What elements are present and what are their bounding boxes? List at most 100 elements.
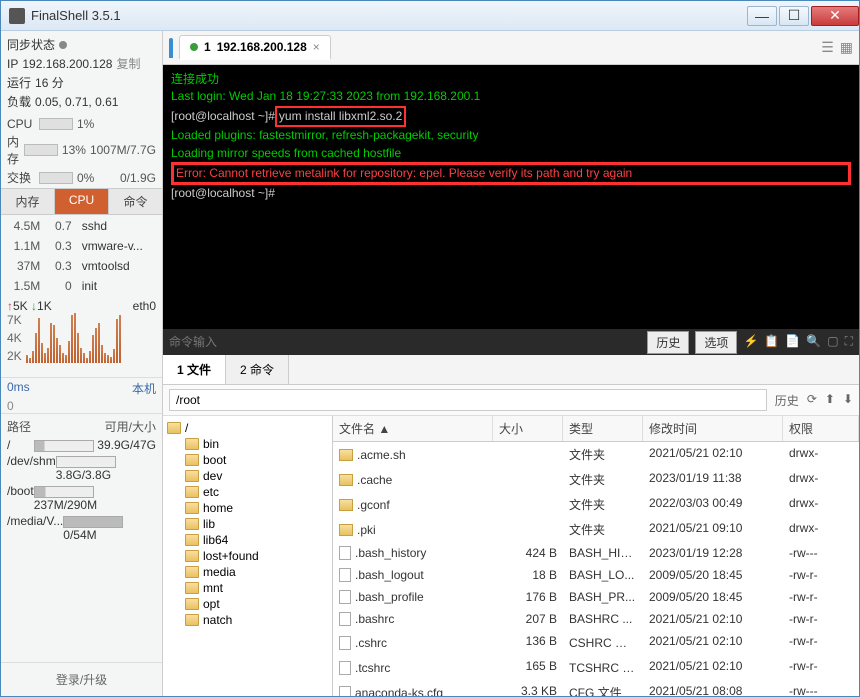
folder-icon [185,470,199,482]
file-row[interactable]: .bash_profile176 BBASH_PR...2009/05/20 1… [333,586,859,608]
swap-pct: 0% [77,171,105,185]
tree-item[interactable]: lost+found [165,548,330,564]
upload-icon[interactable]: ⬆ [825,392,835,409]
folder-icon [185,582,199,594]
col-perm[interactable]: 权限 [783,416,859,441]
disk-path-row[interactable]: /boot 237M/290M [7,483,156,513]
terminal[interactable]: 连接成功 Last login: Wed Jan 18 19:27:33 202… [163,65,859,355]
swap-text: 0/1.9G [109,171,156,185]
file-icon [339,686,351,697]
disk-path-row[interactable]: /dev/shm 3.8G/3.8G [7,453,156,483]
refresh-icon[interactable]: ⟳ [807,392,817,409]
path-bar: 历史 ⟳ ⬆ ⬇ [163,385,859,416]
file-row[interactable]: anaconda-ks.cfg3.3 KBCFG 文件2021/05/21 08… [333,680,859,696]
open-folder-button[interactable] [169,40,173,56]
file-icon [339,636,351,650]
connection-tab[interactable]: 1 192.168.200.128 × [179,35,331,60]
tab-commands[interactable]: 2 命令 [226,355,289,384]
file-row[interactable]: .bashrc207 BBASHRC ...2021/05/21 02:10-r… [333,608,859,630]
tree-item[interactable]: dev [165,468,330,484]
tree-item[interactable]: / [165,420,330,436]
folder-icon [167,422,181,434]
list-view-icon[interactable]: ☰ [821,39,834,56]
tree-item[interactable]: boot [165,452,330,468]
mem-label: 内存 [7,133,20,167]
process-row[interactable]: 1.1M0.3vmware-v... [3,237,160,255]
copy-icon[interactable]: 📋 [764,333,779,350]
file-row[interactable]: .bash_logout18 BBASH_LO...2009/05/20 18:… [333,564,859,586]
process-table: 4.5M0.7sshd 1.1M0.3vmware-v... 37M0.3vmtoo… [1,215,162,297]
tree-item[interactable]: natch [165,612,330,628]
term-command-highlight: yum install libxml2.so.2 [275,106,406,127]
disk-path-row[interactable]: / 39.9G/47G [7,437,156,453]
close-button[interactable]: ✕ [811,6,859,26]
cpu-label: CPU [7,117,35,131]
folder-icon [339,474,353,486]
window-title: FinalShell 3.5.1 [31,8,745,23]
disk-path-row[interactable]: /media/V... 0/54M [7,513,156,543]
file-row[interactable]: .gconf文件夹2022/03/03 00:49drwx- [333,492,859,517]
terminal-input[interactable] [169,335,641,349]
tab-cmd[interactable]: 命令 [109,189,162,214]
process-tabs: 内存 CPU 命令 [1,188,162,215]
search-icon[interactable]: 🔍 [806,333,821,350]
process-row[interactable]: 37M0.3vmtoolsd [3,257,160,275]
tree-item[interactable]: media [165,564,330,580]
tree-item[interactable]: etc [165,484,330,500]
file-list[interactable]: 文件名 ▲ 大小 类型 修改时间 权限 .acme.sh文件夹2021/05/2… [333,416,859,696]
path-input[interactable] [169,389,767,411]
sync-status-dot [59,41,67,49]
close-tab-button[interactable]: × [313,40,320,54]
minimize-button[interactable]: — [747,6,777,26]
folder-icon [185,438,199,450]
file-row[interactable]: .pki文件夹2021/05/21 09:10drwx- [333,517,859,542]
folder-icon [185,518,199,530]
ip-value: 192.168.200.128 [22,57,112,71]
file-row[interactable]: .acme.sh文件夹2021/05/21 02:10drwx- [333,442,859,467]
login-upgrade-button[interactable]: 登录/升级 [1,662,162,696]
load-value: 0.05, 0.71, 0.61 [35,95,118,109]
folder-icon [339,524,353,536]
col-name[interactable]: 文件名 ▲ [333,416,493,441]
mem-text: 1007M/7.7G [90,143,156,157]
file-row[interactable]: .cshrc136 BCSHRC 文件2021/05/21 02:10-rw-r… [333,630,859,655]
file-row[interactable]: .tcshrc165 BTCSHRC 文...2021/05/21 02:10-… [333,655,859,680]
grid-view-icon[interactable]: ▦ [840,39,853,56]
tab-mem[interactable]: 内存 [1,189,55,214]
expand-icon[interactable]: ▢ [827,333,838,350]
tree-item[interactable]: lib64 [165,532,330,548]
tree-item[interactable]: home [165,500,330,516]
tree-item[interactable]: bin [165,436,330,452]
process-row[interactable]: 4.5M0.7sshd [3,217,160,235]
term-error-highlight: Error: Cannot retrieve metalink for repo… [171,162,851,185]
tree-item[interactable]: opt [165,596,330,612]
file-list-header: 文件名 ▲ 大小 类型 修改时间 权限 [333,416,859,442]
folder-icon [339,499,353,511]
tab-files[interactable]: 1 文件 [163,355,226,384]
options-button[interactable]: 选项 [695,331,737,354]
fullscreen-icon[interactable]: ⛶ [845,333,853,350]
tree-item[interactable]: lib [165,516,330,532]
ip-label: IP [7,57,18,71]
download-icon[interactable]: ⬇ [843,392,853,409]
maximize-button[interactable]: ☐ [779,6,809,26]
path-history-button[interactable]: 历史 [775,392,799,409]
folder-tree[interactable]: /binbootdevetchomeliblib64lost+foundmedi… [163,416,333,696]
col-size[interactable]: 大小 [493,416,563,441]
swap-bar [39,172,73,184]
copy-ip-button[interactable]: 复制 [116,55,140,72]
app-window: FinalShell 3.5.1 — ☐ ✕ 同步状态 IP 192.168.2… [0,0,860,697]
process-row[interactable]: 1.5M0init [3,277,160,295]
history-button[interactable]: 历史 [647,331,689,354]
folder-icon [185,550,199,562]
paste-icon[interactable]: 📄 [785,333,800,350]
file-row[interactable]: .cache文件夹2023/01/19 11:38drwx- [333,467,859,492]
bolt-icon[interactable]: ⚡ [743,333,758,350]
ping-value: 0ms [7,380,30,397]
tree-item[interactable]: mnt [165,580,330,596]
tab-cpu[interactable]: CPU [55,189,109,214]
col-date[interactable]: 修改时间 [643,416,783,441]
file-row[interactable]: .bash_history424 BBASH_HIS...2023/01/19 … [333,542,859,564]
col-type[interactable]: 类型 [563,416,643,441]
app-icon [9,8,25,24]
